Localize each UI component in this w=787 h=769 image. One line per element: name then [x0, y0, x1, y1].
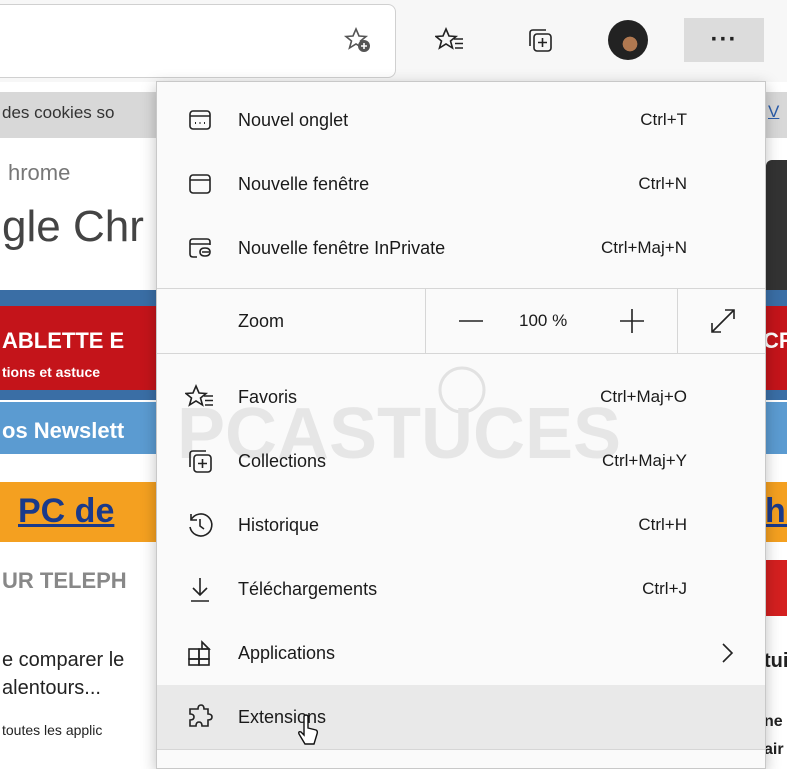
article-line-1: e comparer le: [2, 649, 125, 671]
chevron-right-icon: [717, 640, 737, 666]
red-banner-subtitle: tions et astuce: [2, 364, 101, 380]
menu-item-label: Applications: [238, 643, 336, 663]
menu-item-new-tab[interactable]: Nouvel onglet Ctrl+T: [157, 88, 765, 152]
right-article-text-2: ne air: [764, 708, 784, 764]
browser-toolbar: ···: [0, 0, 787, 82]
menu-item-shortcut: Ctrl+N: [638, 174, 687, 193]
menu-divider: [157, 353, 765, 354]
address-bar[interactable]: [0, 4, 396, 78]
extensions-icon: [185, 702, 215, 732]
menu-item-label: Téléchargements: [238, 579, 378, 599]
new-window-icon: [185, 169, 215, 199]
menu-item-new-window[interactable]: Nouvelle fenêtre Ctrl+N: [157, 152, 765, 216]
mouse-pointer-icon: [298, 714, 319, 745]
profile-avatar[interactable]: [608, 20, 648, 60]
right-line-2: air: [764, 741, 784, 758]
menu-item-label: Collections: [238, 451, 327, 471]
downloads-icon: [185, 574, 215, 604]
cookie-link[interactable]: V: [768, 102, 779, 122]
right-article-text: tui: [764, 650, 787, 672]
article-line-2: alentours...: [2, 677, 101, 699]
zoom-divider: [677, 289, 678, 353]
red-block: [766, 560, 787, 616]
add-favorite-icon[interactable]: [338, 20, 378, 60]
fullscreen-icon: [711, 309, 735, 333]
new-tab-icon: [185, 105, 215, 135]
zoom-in-icon: [620, 309, 644, 333]
menu-item-downloads[interactable]: Téléchargements Ctrl+J: [157, 557, 765, 621]
menu-item-shortcut: Ctrl+H: [638, 515, 687, 534]
menu-divider: [157, 749, 765, 750]
article-text: e comparer le alentours...: [2, 646, 124, 702]
zoom-in-button[interactable]: [607, 299, 657, 343]
menu-item-inprivate[interactable]: Nouvelle fenêtre InPrivate Ctrl+Maj+N: [157, 216, 765, 280]
zoom-label: Zoom: [238, 311, 285, 331]
zoom-out-icon: [459, 320, 483, 322]
inprivate-window-icon: [185, 233, 215, 263]
red-banner-right: CR: [763, 328, 787, 353]
menu-item-shortcut: Ctrl+T: [640, 110, 687, 129]
favorites-icon[interactable]: [430, 20, 470, 60]
orange-link-right[interactable]: he: [765, 492, 787, 531]
cookie-text: des cookies so: [2, 103, 115, 122]
page-subtitle: hrome: [8, 160, 71, 185]
menu-item-extensions[interactable]: Extensions: [157, 685, 765, 749]
apps-icon: [185, 638, 215, 668]
zoom-row: Zoom 100 %: [157, 289, 765, 353]
menu-item-history[interactable]: Historique Ctrl+H: [157, 493, 765, 557]
menu-item-label: Historique: [238, 515, 320, 535]
menu-item-favorites[interactable]: Favoris Ctrl+Maj+O: [157, 365, 765, 429]
article-small: toutes les applic: [2, 722, 103, 738]
menu-item-shortcut: Ctrl+Maj+Y: [601, 451, 687, 470]
zoom-divider: [425, 289, 426, 353]
collections-icon[interactable]: [520, 20, 560, 60]
zoom-value: 100 %: [519, 311, 568, 330]
menu-item-shortcut: Ctrl+J: [642, 579, 687, 598]
favorites-icon: [183, 382, 215, 412]
menu-item-shortcut: Ctrl+Maj+O: [600, 387, 687, 406]
history-icon: [185, 510, 215, 540]
menu-item-collections[interactable]: Collections Ctrl+Maj+Y: [157, 429, 765, 493]
page-title: gle Chr: [2, 202, 144, 251]
browser-settings-menu: Nouvel onglet Ctrl+T Nouvelle fenêtre Ct…: [156, 81, 766, 769]
menu-item-label: Nouvelle fenêtre InPrivate: [238, 238, 446, 258]
menu-item-shortcut: Ctrl+Maj+N: [601, 238, 687, 257]
menu-item-label: Nouvel onglet: [238, 110, 349, 130]
more-options-button[interactable]: ···: [684, 18, 764, 62]
red-banner-title: ABLETTE E: [2, 328, 125, 353]
orange-link[interactable]: PC de: [18, 492, 114, 531]
newsletter-text[interactable]: os Newslett: [2, 418, 124, 444]
collections-icon: [185, 446, 215, 476]
menu-item-label: Favoris: [238, 387, 298, 407]
menu-item-applications[interactable]: Applications: [157, 621, 765, 685]
zoom-out-button[interactable]: [446, 299, 496, 343]
right-line-1: ne: [764, 713, 783, 730]
menu-item-label: Nouvelle fenêtre: [238, 174, 370, 194]
fullscreen-button[interactable]: [698, 299, 748, 343]
section-heading: UR TELEPH: [2, 568, 127, 593]
